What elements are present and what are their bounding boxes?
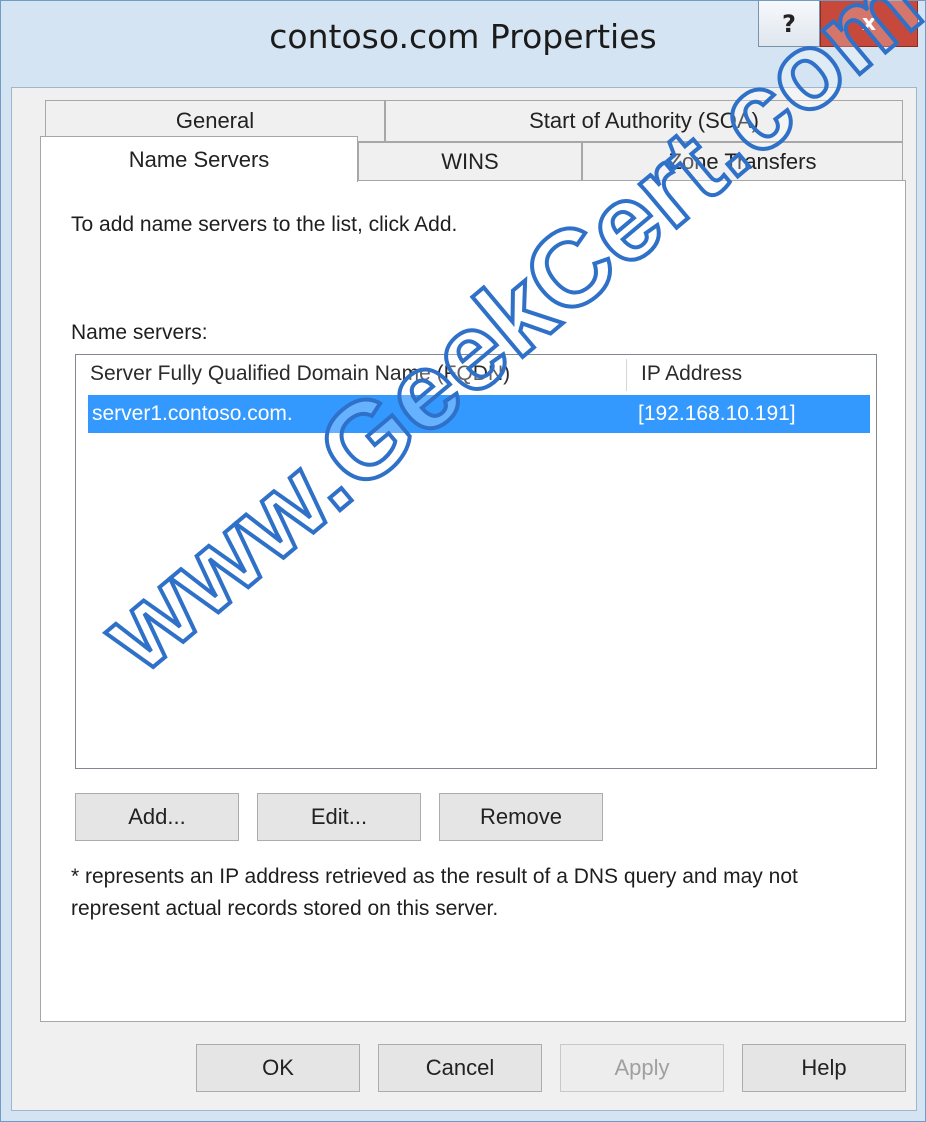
close-icon: x: [861, 11, 877, 36]
close-button[interactable]: x: [820, 1, 918, 47]
remove-button[interactable]: Remove: [439, 793, 603, 841]
name-servers-label: Name servers:: [71, 321, 208, 344]
row-fqdn: server1.contoso.com.: [92, 402, 293, 425]
dns-query-note: * represents an IP address retrieved as …: [71, 865, 798, 920]
ok-button[interactable]: OK: [196, 1044, 360, 1092]
edit-button[interactable]: Edit...: [257, 793, 421, 841]
column-header-fqdn[interactable]: Server Fully Qualified Domain Name (FQDN…: [76, 355, 626, 393]
instruction-text: To add name servers to the list, click A…: [71, 213, 458, 236]
tab-wins[interactable]: WINS: [358, 142, 582, 182]
apply-button[interactable]: Apply: [560, 1044, 724, 1092]
dialog-client-area: General Start of Authority (SOA) Name Se…: [11, 87, 917, 1111]
tab-zone-transfers[interactable]: Zone Transfers: [582, 142, 903, 182]
title-bar[interactable]: contoso.com Properties ? x: [1, 1, 925, 87]
name-servers-list[interactable]: Server Fully Qualified Domain Name (FQDN…: [75, 354, 877, 769]
question-mark-icon: ?: [782, 9, 796, 38]
cancel-button[interactable]: Cancel: [378, 1044, 542, 1092]
row-ip-address: [192.168.10.191]: [638, 402, 796, 425]
tab-name-servers[interactable]: Name Servers: [40, 136, 358, 182]
name-servers-panel: To add name servers to the list, click A…: [40, 180, 906, 1022]
list-item-selected[interactable]: server1.contoso.com. [192.168.10.191]: [88, 395, 870, 433]
add-button[interactable]: Add...: [75, 793, 239, 841]
help-button[interactable]: Help: [742, 1044, 906, 1092]
help-title-button[interactable]: ?: [758, 1, 820, 47]
properties-dialog: contoso.com Properties ? x General Start…: [0, 0, 926, 1122]
column-header-ip-address[interactable]: IP Address: [627, 355, 875, 393]
tab-start-of-authority[interactable]: Start of Authority (SOA): [385, 100, 903, 142]
